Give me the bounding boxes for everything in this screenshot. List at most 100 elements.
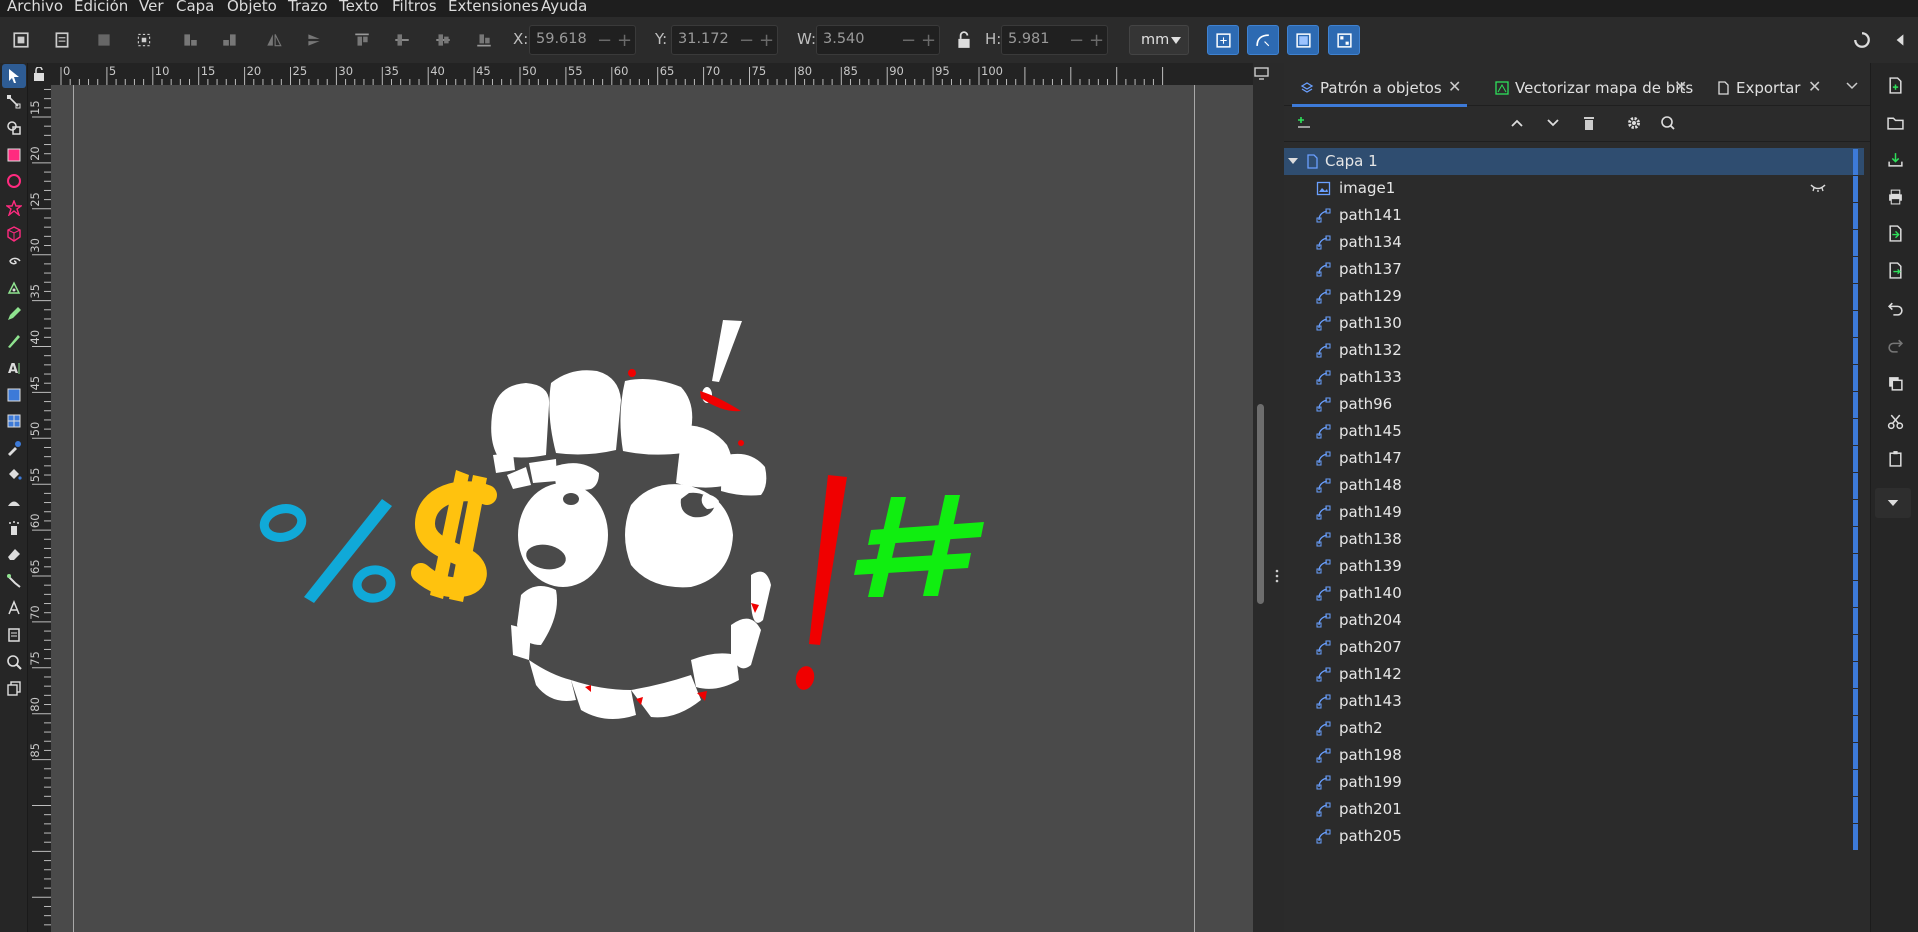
open-folder-icon[interactable] [1883,110,1907,134]
menu-ver[interactable]: Ver [139,0,164,16]
object-row-image1[interactable]: image1 [1284,175,1864,202]
layer-row[interactable]: Capa 1 [1284,148,1864,175]
unit-select[interactable]: mm [1129,25,1189,55]
measure-tool-icon[interactable] [2,596,26,620]
menu-ayuda[interactable]: Ayuda [541,0,587,16]
settings-gear-icon[interactable] [1624,113,1644,133]
menu-objeto[interactable]: Objeto [227,0,277,16]
x-increment[interactable]: + [617,30,632,51]
node-tool-icon[interactable] [2,90,26,114]
percent-glyph[interactable] [259,499,396,603]
object-row-path129[interactable]: path129 [1284,283,1864,310]
x-decrement[interactable]: − [597,30,612,51]
new-document-icon[interactable] [1883,73,1907,97]
h-field[interactable]: 5.981 − + [1001,25,1108,55]
object-row-path132[interactable]: path132 [1284,337,1864,364]
teeth-upper[interactable] [491,370,767,496]
raise-icon[interactable] [390,28,414,52]
scale-stroke-button[interactable] [1207,25,1239,55]
select-all-layers-icon[interactable] [50,28,74,52]
object-row-path199[interactable]: path199 [1284,769,1864,796]
cut-icon[interactable] [1883,409,1907,433]
y-increment[interactable]: + [759,30,774,51]
tab-exportar[interactable]: Exportar ✕ [1708,73,1828,103]
selector-tool-icon[interactable] [2,64,26,88]
object-row-path96[interactable]: path96 [1284,391,1864,418]
object-row-path140[interactable]: path140 [1284,580,1864,607]
tab-vectorizar[interactable]: Vectorizar mapa de bits ✕ [1487,73,1693,103]
object-row-path198[interactable]: path198 [1284,742,1864,769]
tab-patron-a-objetos[interactable]: Patrón a objetos ✕ [1292,73,1467,107]
lock-guides-icon[interactable] [33,67,45,81]
paste-icon[interactable] [1883,446,1907,470]
object-row-path205[interactable]: path205 [1284,823,1864,850]
close-tab-icon[interactable]: ✕ [1808,77,1821,96]
lock-ratio-icon[interactable] [952,28,976,52]
more-commands-button[interactable] [1875,488,1911,518]
exclaim-red-glyph[interactable] [793,475,847,692]
object-row-path141[interactable]: path141 [1284,202,1864,229]
pages-stack-icon[interactable] [2,676,26,700]
object-row-path149[interactable]: path149 [1284,499,1864,526]
vertical-scrollbar[interactable] [1253,63,1270,932]
drawing[interactable] [51,85,1253,932]
save-icon[interactable] [1883,147,1907,171]
mesh-tool-icon[interactable] [2,409,26,433]
connector-tool-icon[interactable] [2,569,26,593]
move-up-icon[interactable] [1507,113,1527,133]
flip-horizontal-icon[interactable] [262,28,286,52]
raise-to-top-icon[interactable] [350,28,374,52]
object-row-path147[interactable]: path147 [1284,445,1864,472]
transform-gradient-button[interactable] [1287,25,1319,55]
ellipse-tool-icon[interactable] [2,169,26,193]
menu-edicion[interactable]: Edición [74,0,128,16]
spray-tool-icon[interactable] [2,516,26,540]
canvas[interactable] [51,85,1253,932]
deselect-icon[interactable] [92,28,116,52]
ruler-top[interactable]: 0 5 10 15 20 25 30 35 40 45 50 55 60 65 70 75 80 85 90 95 10… [51,63,1253,85]
3d-box-tool-icon[interactable] [2,222,26,246]
menu-archivo[interactable]: Archivo [7,0,63,16]
dollar-glyph[interactable] [411,470,497,602]
visibility-hidden-icon[interactable] [1810,183,1826,193]
object-row-path2[interactable]: path2 [1284,715,1864,742]
close-tab-icon[interactable]: ✕ [1448,77,1461,96]
calligraphy-tool-icon[interactable] [2,329,26,353]
menu-texto[interactable]: Texto [339,0,379,16]
star-tool-icon[interactable] [2,196,26,220]
h-increment[interactable]: + [1089,30,1104,51]
object-row-path201[interactable]: path201 [1284,796,1864,823]
transform-pattern-button[interactable] [1328,25,1360,55]
y-decrement[interactable]: − [739,30,754,51]
zoom-tool-icon[interactable] [2,650,26,674]
print-icon[interactable] [1883,184,1907,208]
w-increment[interactable]: + [921,30,936,51]
import-icon[interactable] [1883,221,1907,245]
pencil-tool-icon[interactable] [2,302,26,326]
add-layer-icon[interactable] [1294,113,1314,133]
copy-icon[interactable] [1883,371,1907,395]
snap-toggle-icon[interactable] [1850,28,1874,52]
rotate-cw-icon[interactable] [218,28,242,52]
panel-splitter[interactable] [1270,63,1285,932]
export-doc-icon[interactable] [1883,258,1907,282]
rectangle-tool-icon[interactable] [2,143,26,167]
object-row-path130[interactable]: path130 [1284,310,1864,337]
tabs-overflow-icon[interactable] [1846,82,1858,90]
lower-to-bottom-icon[interactable] [472,28,496,52]
display-mode-icon[interactable] [1254,67,1269,80]
flip-vertical-icon[interactable] [302,28,326,52]
text-tool-icon[interactable]: A [2,356,26,380]
x-field[interactable]: 59.618 − + [529,25,636,55]
scrollbar-thumb[interactable] [1257,404,1264,604]
paint-bucket-icon[interactable] [2,462,26,486]
menu-extensiones[interactable]: Extensiones [448,0,539,16]
rotate-selection-icon[interactable] [132,28,156,52]
hash-glyph[interactable] [854,495,984,597]
object-row-path138[interactable]: path138 [1284,526,1864,553]
redo-icon[interactable] [1883,333,1907,357]
object-row-path143[interactable]: path143 [1284,688,1864,715]
tweak-tool-icon[interactable] [2,489,26,513]
object-row-path133[interactable]: path133 [1284,364,1864,391]
exclaim-white-glyph[interactable] [700,320,742,412]
